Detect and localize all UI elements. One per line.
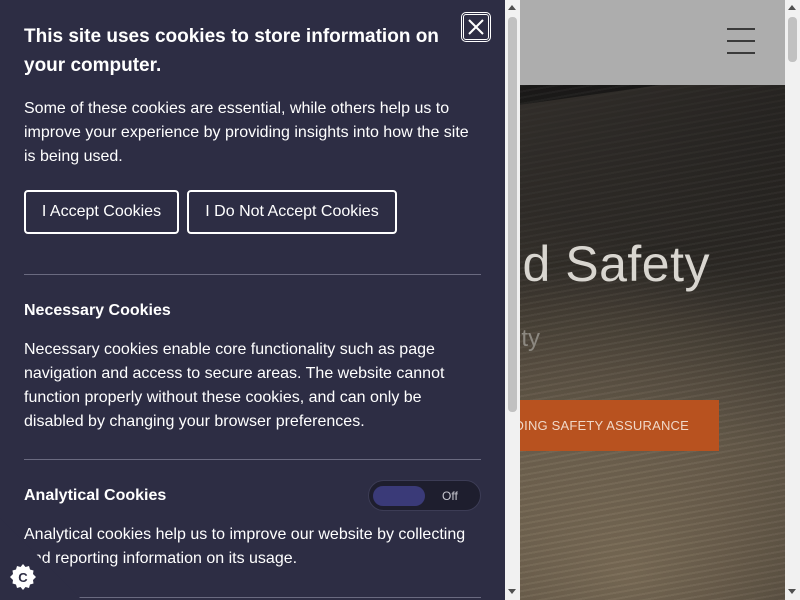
close-button[interactable] xyxy=(461,12,491,42)
cookie-panel-title: This site uses cookies to store informat… xyxy=(24,26,439,76)
svg-text:C: C xyxy=(18,570,28,585)
necessary-cookies-heading: Necessary Cookies xyxy=(24,302,171,319)
cookie-consent-panel: This site uses cookies to store informat… xyxy=(0,0,505,600)
toggle-state-label: Off xyxy=(442,489,458,503)
decline-cookies-button[interactable]: I Do Not Accept Cookies xyxy=(187,190,397,234)
scroll-up-arrow-icon[interactable] xyxy=(788,5,796,10)
divider xyxy=(24,274,481,275)
divider xyxy=(24,597,481,598)
toggle-knob xyxy=(373,486,425,506)
necessary-cookies-text: Necessary cookies enable core functional… xyxy=(24,341,445,430)
analytical-cookies-text: Analytical cookies help us to improve ou… xyxy=(24,526,466,567)
scrollbar-thumb[interactable] xyxy=(508,17,517,412)
accept-cookies-button[interactable]: I Accept Cookies xyxy=(24,190,179,234)
scroll-up-arrow-icon[interactable] xyxy=(508,5,516,10)
hamburger-menu-icon[interactable] xyxy=(727,28,755,54)
cookie-panel-intro: Some of these cookies are essential, whi… xyxy=(24,100,469,165)
close-icon xyxy=(468,19,484,35)
scroll-down-arrow-icon[interactable] xyxy=(788,589,796,594)
cookie-panel-scrollbar[interactable] xyxy=(505,0,520,600)
analytical-cookies-heading: Analytical Cookies xyxy=(24,487,167,504)
page-scrollbar[interactable] xyxy=(785,0,800,600)
divider xyxy=(24,459,481,460)
scrollbar-thumb[interactable] xyxy=(788,17,797,62)
scroll-down-arrow-icon[interactable] xyxy=(508,589,516,594)
analytical-cookies-toggle[interactable]: Off xyxy=(368,480,481,511)
cookie-settings-icon[interactable]: C xyxy=(9,563,37,591)
